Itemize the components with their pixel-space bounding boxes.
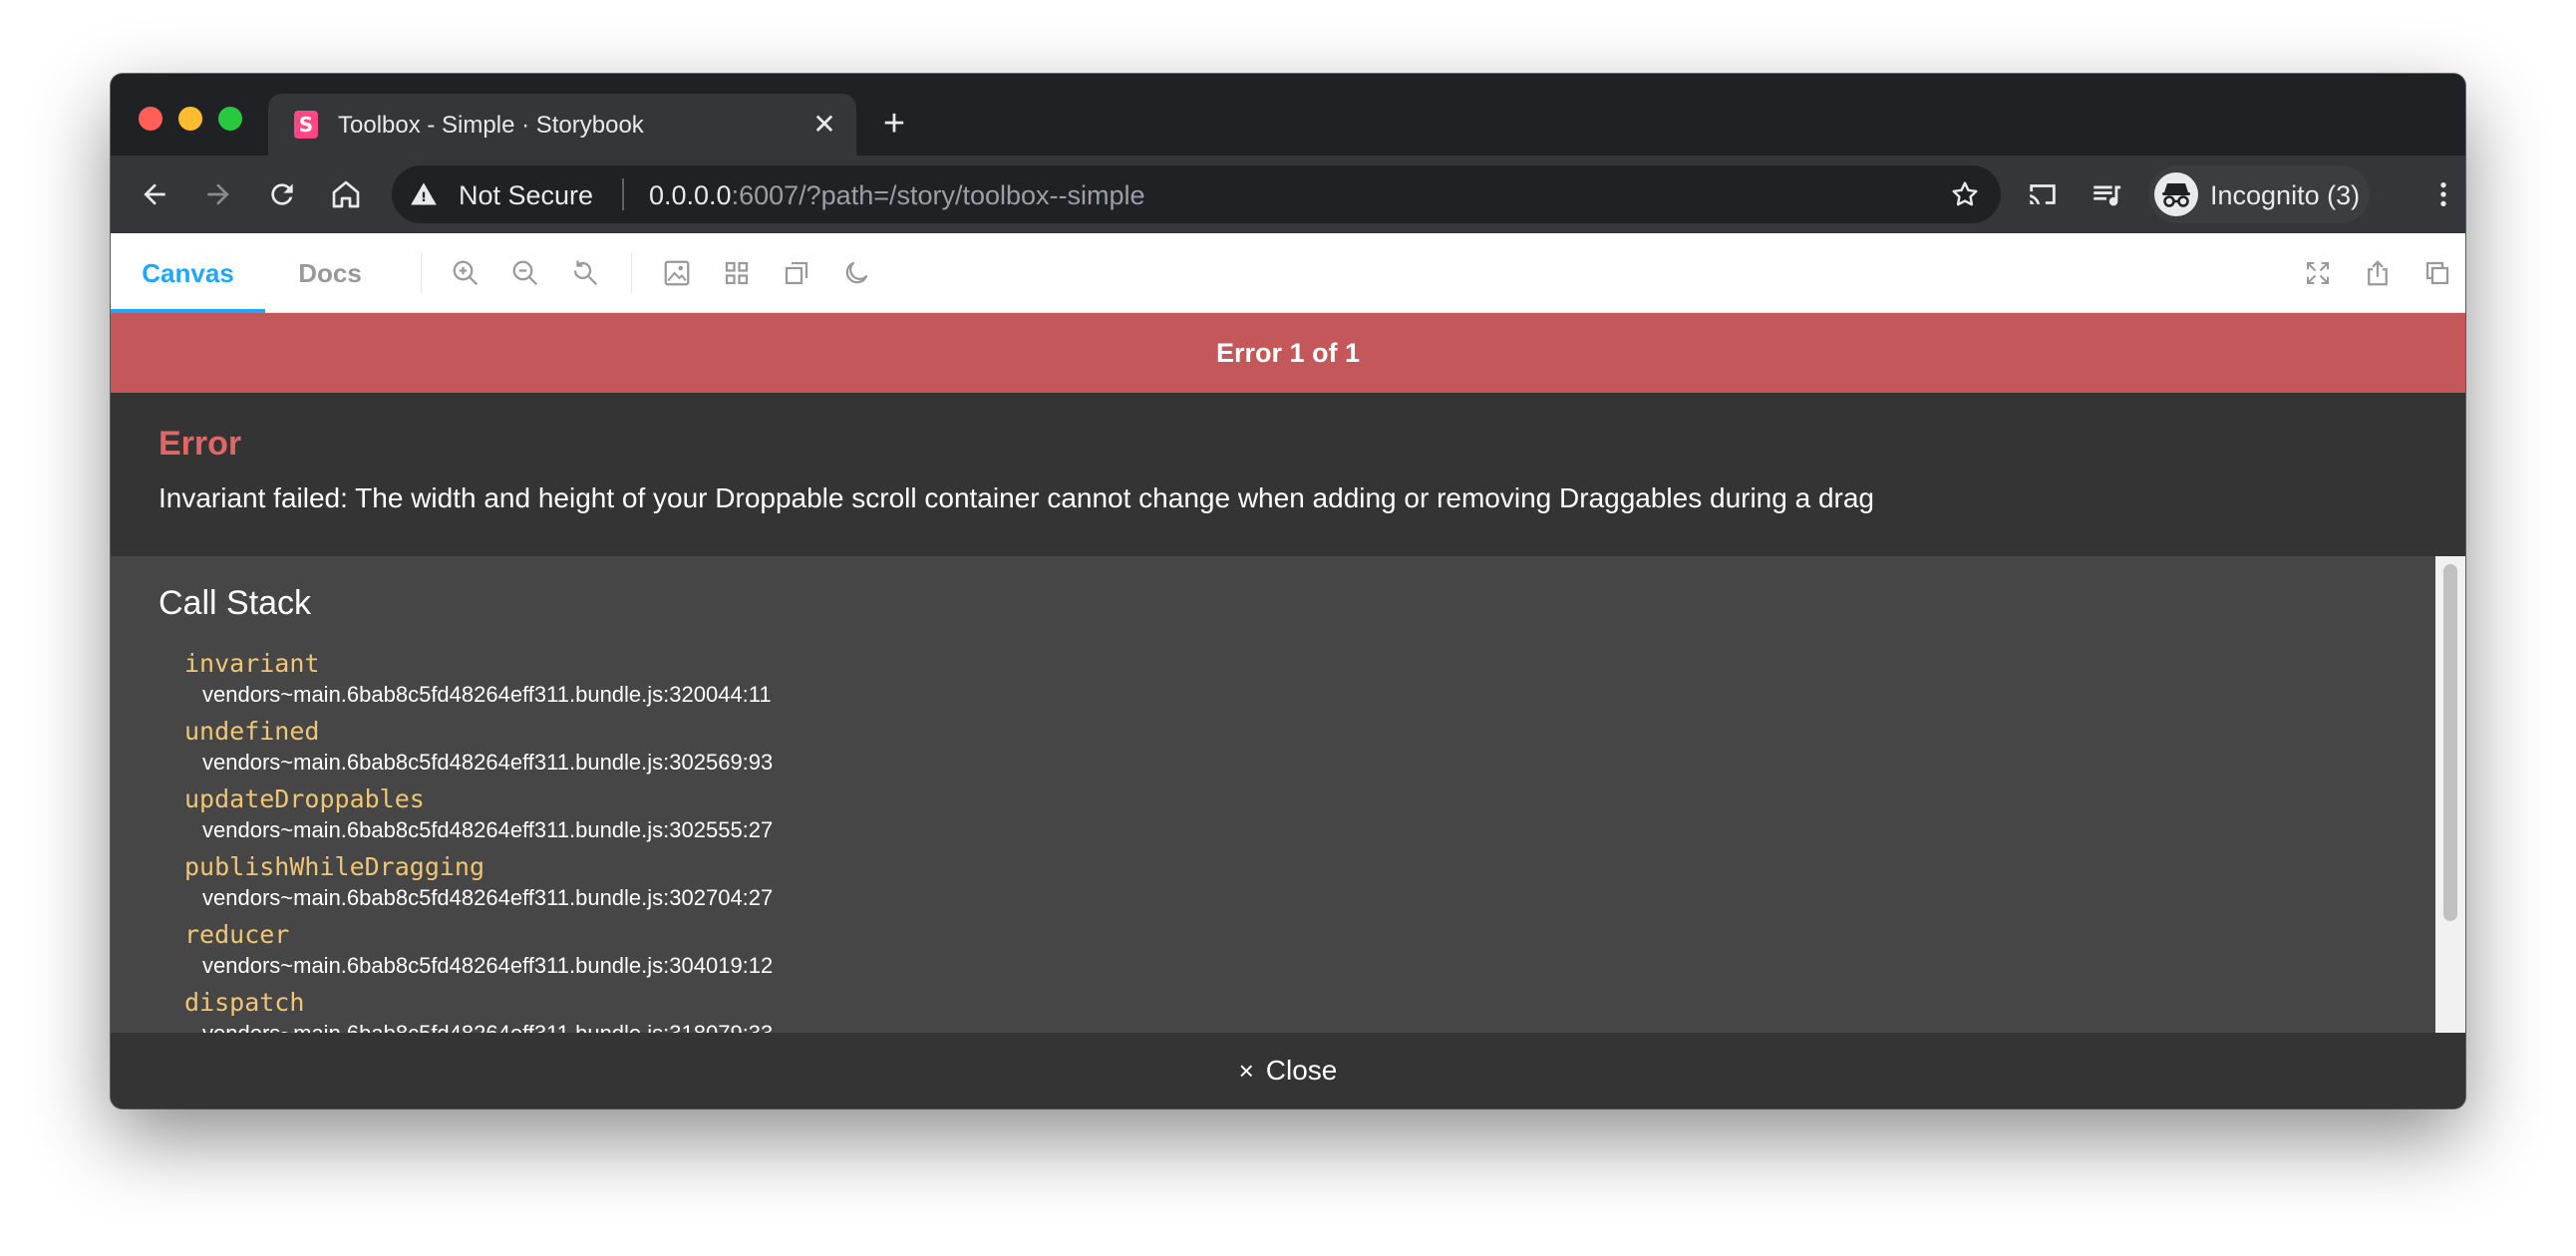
zoom-in-icon[interactable] [448, 255, 483, 291]
zoom-out-icon[interactable] [507, 255, 543, 291]
error-title: Error [159, 425, 242, 463]
cast-button[interactable] [2021, 172, 2065, 216]
kebab-menu-icon [2440, 182, 2446, 206]
home-icon [332, 180, 360, 208]
reload-button[interactable] [260, 172, 304, 216]
frame-function: undefined [184, 717, 320, 746]
theme-icon[interactable] [838, 255, 874, 291]
toolbar-divider [631, 253, 632, 293]
close-window-button[interactable] [139, 107, 162, 131]
scrollbar-thumb[interactable] [2443, 564, 2457, 921]
close-label: Close [1265, 1055, 1338, 1086]
browser-menu-button[interactable] [2421, 172, 2465, 216]
error-message: Invariant failed: The width and height o… [159, 482, 1875, 513]
reset-zoom-icon[interactable] [567, 255, 603, 291]
frame-function: dispatch [184, 988, 305, 1017]
storybook-favicon-icon: S [294, 111, 318, 139]
browser-toolbar: Not Secure 0.0.0.0:6007/?path=/story/too… [111, 156, 2465, 233]
copy-icon[interactable] [2419, 255, 2455, 291]
tab-close-button[interactable]: ✕ [808, 108, 840, 140]
new-tab-button[interactable]: + [874, 103, 914, 145]
stack-frame[interactable]: dispatch vendors~main.6bab8c5fd48264eff3… [184, 987, 773, 1033]
error-message-block: Error Invariant failed: The width and he… [111, 393, 2465, 556]
home-button[interactable] [324, 172, 368, 216]
background-icon[interactable] [659, 255, 695, 291]
call-stack-title: Call Stack [159, 584, 312, 622]
address-bar[interactable]: Not Secure 0.0.0.0:6007/?path=/story/too… [392, 165, 2001, 223]
outline-icon[interactable] [779, 255, 814, 291]
browser-tab[interactable]: S Toolbox - Simple · Storybook ✕ [268, 94, 856, 156]
profile-label: Incognito (3) [2210, 180, 2361, 210]
url-host: 0.0.0.0 [649, 180, 732, 210]
stack-frame[interactable]: publishWhileDragging vendors~main.6bab8c… [184, 851, 773, 919]
reload-icon [271, 183, 293, 205]
storybook-toolbar: Canvas Docs [111, 233, 2465, 313]
grid-icon[interactable] [719, 255, 755, 291]
forward-button[interactable] [196, 172, 240, 216]
omnibox-divider [622, 178, 624, 210]
incognito-profile-button[interactable]: Incognito (3) [2148, 165, 2370, 223]
stack-frame[interactable]: updateDroppables vendors~main.6bab8c5fd4… [184, 784, 773, 851]
call-stack-panel[interactable]: Call Stack invariant vendors~main.6bab8c… [111, 556, 2465, 1033]
close-overlay-button[interactable]: × Close [111, 1033, 2465, 1108]
browser-window: S Toolbox - Simple · Storybook ✕ + Not S… [111, 74, 2465, 1108]
stack-frame[interactable]: undefined vendors~main.6bab8c5fd48264eff… [184, 716, 773, 784]
url-text[interactable]: 0.0.0.0:6007/?path=/story/toolbox--simpl… [649, 180, 1145, 211]
frame-function: publishWhileDragging [184, 852, 485, 881]
minimize-window-button[interactable] [178, 107, 202, 131]
close-icon: × [1238, 1055, 1254, 1086]
fullscreen-icon[interactable] [2300, 255, 2336, 291]
warning-icon [411, 182, 437, 205]
maximize-window-button[interactable] [218, 107, 242, 131]
stack-frame[interactable]: invariant vendors~main.6bab8c5fd48264eff… [184, 648, 773, 716]
arrow-left-icon [144, 183, 165, 205]
frame-location: vendors~main.6bab8c5fd48264eff311.bundle… [202, 682, 772, 707]
frame-location: vendors~main.6bab8c5fd48264eff311.bundle… [202, 817, 774, 842]
toolbar-divider [421, 253, 422, 293]
incognito-icon [2154, 172, 2198, 216]
tab-title: Toolbox - Simple · Storybook [338, 112, 644, 139]
playlist-icon [2093, 185, 2121, 206]
arrow-right-icon [207, 183, 229, 205]
tab-docs[interactable]: Docs [265, 233, 395, 313]
stack-frames: invariant vendors~main.6bab8c5fd48264eff… [184, 648, 773, 1033]
frame-location: vendors~main.6bab8c5fd48264eff311.bundle… [202, 953, 774, 978]
stack-frame[interactable]: reducer vendors~main.6bab8c5fd48264eff31… [184, 919, 773, 987]
share-icon[interactable] [2360, 255, 2396, 291]
back-button[interactable] [133, 172, 176, 216]
cast-icon [2030, 184, 2056, 204]
frame-location: vendors~main.6bab8c5fd48264eff311.bundle… [184, 1019, 773, 1033]
media-controls-button[interactable] [2085, 172, 2128, 216]
security-label[interactable]: Not Secure [459, 180, 593, 211]
url-path: :6007/?path=/story/toolbox--simple [731, 180, 1145, 210]
frame-location: vendors~main.6bab8c5fd48264eff311.bundle… [202, 885, 774, 910]
tab-canvas[interactable]: Canvas [111, 233, 265, 313]
bookmark-star-icon[interactable] [1949, 178, 1981, 210]
frame-function: reducer [184, 920, 290, 949]
frame-function: updateDroppables [184, 785, 425, 813]
frame-function: invariant [184, 649, 320, 678]
error-count-header: Error 1 of 1 [111, 313, 2465, 393]
frame-location: vendors~main.6bab8c5fd48264eff311.bundle… [202, 750, 774, 775]
title-bar: S Toolbox - Simple · Storybook ✕ + [111, 74, 2465, 156]
